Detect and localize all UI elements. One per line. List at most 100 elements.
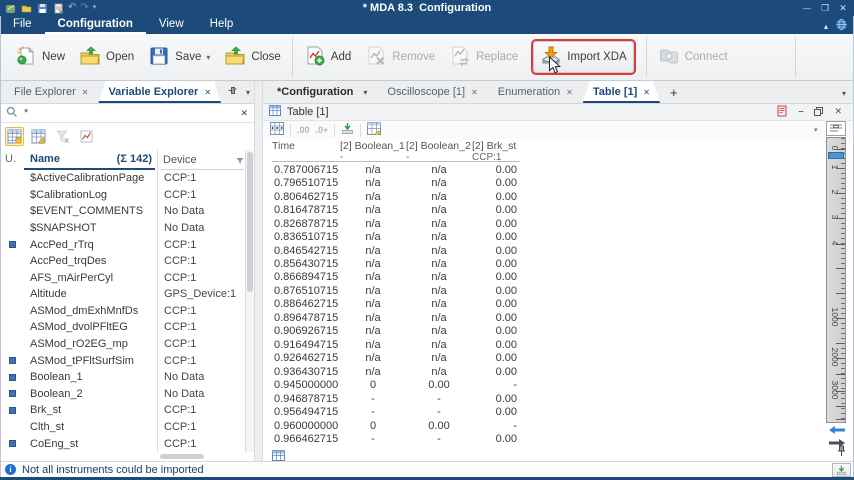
variable-row[interactable]: ASMod_dmExhMnfDsCCP:1 xyxy=(0,303,246,320)
search-bar[interactable]: * xyxy=(0,104,254,123)
variable-row[interactable]: AccPed_rTrqCCP:1 xyxy=(0,236,246,253)
column-header-device[interactable]: Device xyxy=(163,154,197,166)
column-header-name[interactable]: Name xyxy=(30,153,60,165)
instrument-signals-icon[interactable] xyxy=(777,105,787,117)
variable-row[interactable]: AltitudeGPS_Device:1 xyxy=(0,286,246,303)
instrument-window-titlebar[interactable]: Table [1] xyxy=(263,104,854,121)
variable-row[interactable]: AccPed_trqDesCCP:1 xyxy=(0,253,246,270)
menu-file[interactable]: File xyxy=(0,16,45,34)
variable-row[interactable]: ASMod_dvolPFltEGCCP:1 xyxy=(0,319,246,336)
decimal-increase-icon[interactable]: .0+ xyxy=(316,125,329,135)
filter-icon[interactable] xyxy=(236,156,244,168)
variable-row[interactable]: Boolean_2No Data xyxy=(0,386,246,403)
table-row[interactable]: 0.816478715n/an/a0.00 xyxy=(272,203,520,216)
table-row[interactable]: 0.926462715n/an/a0.00 xyxy=(272,352,520,365)
table-row[interactable]: 0.946878715--0.00 xyxy=(272,392,520,405)
tab-variable-explorer[interactable]: Variable Explorer xyxy=(98,81,221,103)
close-button[interactable]: Close xyxy=(217,38,287,76)
table-column-time[interactable]: Time xyxy=(272,140,340,163)
chevron-down-icon[interactable]: ▾ xyxy=(206,53,210,62)
device-column-scrollbar[interactable] xyxy=(160,454,204,459)
save-button[interactable]: Save▾ xyxy=(141,38,217,76)
show-all-variables-icon[interactable] xyxy=(5,127,24,146)
save-icon[interactable] xyxy=(36,2,48,14)
table-row[interactable]: 0.866894715n/an/a0.00 xyxy=(272,271,520,284)
close-button[interactable] xyxy=(834,0,852,16)
table-row[interactable]: 0.956494715--0.00 xyxy=(272,405,520,418)
search-input[interactable]: * xyxy=(24,107,234,119)
variable-row[interactable]: $ActiveCalibrationPageCCP:1 xyxy=(0,170,246,187)
table-row[interactable]: 0.936430715n/an/a0.00 xyxy=(272,365,520,378)
table-layout-icon[interactable] xyxy=(270,122,284,138)
add-button[interactable]: Add xyxy=(297,38,358,76)
ruler-options-icon[interactable]: ▾ xyxy=(814,126,818,134)
table-row[interactable]: 0.846542715n/an/a0.00 xyxy=(272,244,520,257)
table-column-boolean1[interactable]: [2] Boolean_1 - xyxy=(340,140,406,163)
pin-panel-icon[interactable] xyxy=(227,85,238,99)
variable-row[interactable]: $SNAPSHOTNo Data xyxy=(0,220,246,237)
table-row[interactable]: 0.796510715n/an/a0.00 xyxy=(272,176,520,189)
close-icon[interactable] xyxy=(82,86,89,98)
close-icon[interactable] xyxy=(471,86,478,98)
undo-icon[interactable]: ↶ xyxy=(68,2,76,14)
variable-row[interactable]: Clth_stCCP:1 xyxy=(0,419,246,436)
tab-table-1[interactable]: Table [1] xyxy=(583,81,660,103)
table-row[interactable]: 0.906926715n/an/a0.00 xyxy=(272,325,520,338)
instrument-minimize-icon[interactable] xyxy=(798,106,803,116)
variable-row[interactable]: AFS_mAirPerCylCCP:1 xyxy=(0,269,246,286)
clear-search-icon[interactable] xyxy=(240,107,248,119)
decimal-decrease-icon[interactable]: .00 xyxy=(297,125,310,135)
clear-filter-icon[interactable] xyxy=(53,127,72,146)
new-button[interactable]: New xyxy=(8,38,72,76)
collapse-ribbon-icon[interactable]: ▴ xyxy=(824,22,828,31)
table-row[interactable]: 0.826878715n/an/a0.00 xyxy=(272,217,520,230)
table-properties-icon[interactable] xyxy=(367,122,381,138)
time-scale-ruler[interactable]: 01234100020003000 xyxy=(826,137,846,423)
menu-help[interactable]: Help xyxy=(197,16,247,34)
table-row[interactable]: 0.876510715n/an/a0.00 xyxy=(272,284,520,297)
table-column-brkst[interactable]: [2] Brk_st CCP:1 xyxy=(472,140,520,163)
edit-table-icon[interactable] xyxy=(29,127,48,146)
tab-oscilloscope-1[interactable]: Oscilloscope [1] xyxy=(377,81,487,103)
redo-icon[interactable]: ↷ xyxy=(80,2,88,14)
open-button[interactable]: Open xyxy=(72,38,141,76)
maximize-button[interactable] xyxy=(816,0,834,16)
table-row[interactable]: 0.856430715n/an/a0.00 xyxy=(272,257,520,270)
variable-row[interactable]: ASMod_tPFltSurfSimCCP:1 xyxy=(0,352,246,369)
variable-row[interactable]: Brk_stCCP:1 xyxy=(0,402,246,419)
tab-enumeration[interactable]: Enumeration xyxy=(488,81,583,103)
close-icon[interactable] xyxy=(566,86,573,98)
panel-menu-icon[interactable]: ▾ xyxy=(246,88,250,97)
export-icon[interactable] xyxy=(52,2,64,14)
table-row[interactable]: 0.836510715n/an/a0.00 xyxy=(272,230,520,243)
chevron-down-icon[interactable]: ▾ xyxy=(363,88,367,97)
minimize-button[interactable] xyxy=(798,0,816,16)
variable-list-scrollbar[interactable] xyxy=(246,150,254,452)
tab-file-explorer[interactable]: File Explorer xyxy=(4,81,98,103)
menu-view[interactable]: View xyxy=(146,16,197,34)
variable-row[interactable]: $EVENT_COMMENTSNo Data xyxy=(0,203,246,220)
variable-row[interactable]: CoEng_stCCP:1 xyxy=(0,435,246,452)
table-row[interactable]: 0.806462715n/an/a0.00 xyxy=(272,190,520,203)
table-row[interactable]: 0.886462715n/an/a0.00 xyxy=(272,298,520,311)
export-data-icon[interactable] xyxy=(341,122,354,138)
variable-row[interactable]: Boolean_1No Data xyxy=(0,369,246,386)
column-header-u[interactable]: U. xyxy=(5,153,16,165)
table-row[interactable]: 0.896478715n/an/a0.00 xyxy=(272,311,520,324)
menu-configuration[interactable]: Configuration xyxy=(45,16,146,34)
customize-toolbar-icon[interactable]: ▾ xyxy=(93,2,97,14)
table-row[interactable]: 0.916494715n/an/a0.00 xyxy=(272,338,520,351)
variable-row[interactable]: $CalibrationLogCCP:1 xyxy=(0,187,246,204)
table-column-boolean2[interactable]: [2] Boolean_2 - xyxy=(406,140,472,163)
instrument-close-icon[interactable] xyxy=(834,106,842,117)
open-icon[interactable] xyxy=(20,2,32,14)
tab-configuration[interactable]: *Configuration ▾ xyxy=(267,81,377,103)
close-icon[interactable] xyxy=(204,86,211,98)
status-export-button[interactable] xyxy=(832,463,851,477)
instrument-restore-icon[interactable] xyxy=(814,107,823,116)
pin-ruler-icon[interactable] xyxy=(837,445,846,460)
panel-splitter[interactable] xyxy=(254,81,263,461)
tab-list-icon[interactable]: ▾ xyxy=(842,89,846,98)
table-row[interactable]: 0.966462715--0.00 xyxy=(272,432,520,445)
help-globe-icon[interactable] xyxy=(835,18,848,34)
